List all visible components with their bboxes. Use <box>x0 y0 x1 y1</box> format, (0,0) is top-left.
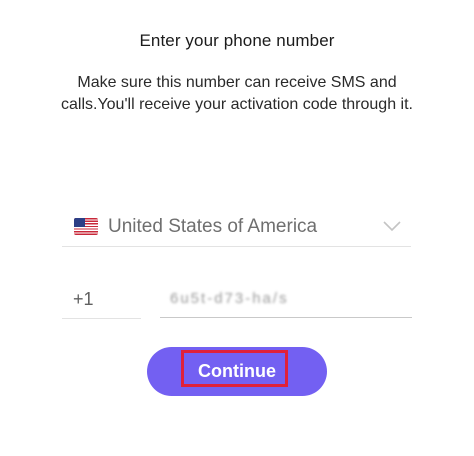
page-title: Enter your phone number <box>139 31 335 50</box>
country-selector[interactable]: United States of America <box>62 208 411 247</box>
continue-button-label: Continue <box>198 361 276 381</box>
page-subtitle: Make sure this number can receive SMS an… <box>61 74 413 113</box>
us-flag-icon <box>74 218 98 235</box>
country-code-field[interactable]: +1 <box>62 281 141 319</box>
continue-button[interactable]: Continue <box>147 347 327 396</box>
phone-number-input[interactable]: 6u5t-d73-ha/s <box>160 281 412 318</box>
selected-country-label: United States of America <box>108 216 318 237</box>
chevron-down-icon[interactable] <box>383 220 401 232</box>
phone-number-value: 6u5t-d73-ha/s <box>170 290 289 307</box>
country-code-value: +1 <box>73 289 94 309</box>
